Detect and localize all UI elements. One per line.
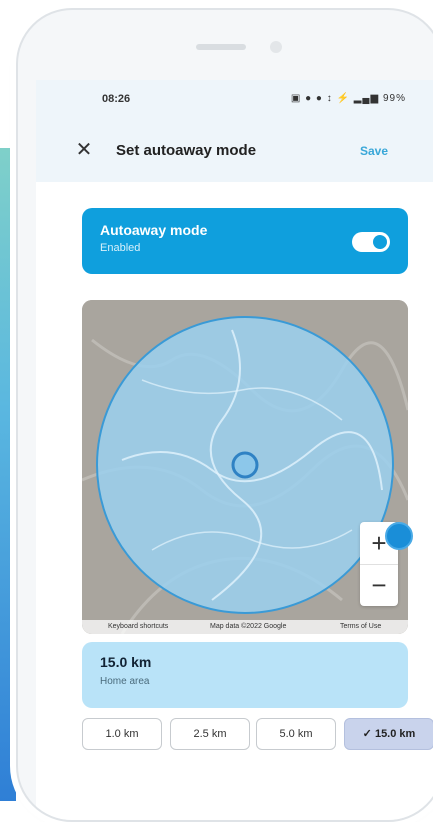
map-data-credit: Map data ©2022 Google xyxy=(210,623,287,630)
radius-option-15km[interactable]: ✓ 15.0 km xyxy=(344,718,433,750)
keyboard-shortcuts-link[interactable]: Keyboard shortcuts xyxy=(108,620,168,634)
phone-camera xyxy=(270,41,282,53)
home-area-map[interactable]: + − Keyboard shortcuts Map data ©2022 Go… xyxy=(82,300,408,634)
map-attribution: Keyboard shortcuts Map data ©2022 Google… xyxy=(82,620,408,634)
radius-label: Home area xyxy=(100,676,150,687)
radius-option-1km[interactable]: 1.0 km xyxy=(82,718,162,750)
phone-screen: 08:26 ▣ ● ● ↕ ⚡ ▂▄▆ 99% ✕ Set autoaway m… xyxy=(36,80,433,820)
radius-option-5km[interactable]: 5.0 km xyxy=(256,718,336,750)
terms-link[interactable]: Terms of Use xyxy=(340,620,381,634)
home-location-marker xyxy=(231,451,259,479)
radius-drag-handle[interactable] xyxy=(385,522,413,550)
phone-frame: 08:26 ▣ ● ● ↕ ⚡ ▂▄▆ 99% ✕ Set autoaway m… xyxy=(16,8,433,822)
autoaway-toggle[interactable] xyxy=(352,232,390,252)
phone-speaker xyxy=(196,44,246,50)
close-icon[interactable]: ✕ xyxy=(72,138,96,162)
status-bar: 08:26 ▣ ● ● ↕ ⚡ ▂▄▆ 99% xyxy=(36,80,433,120)
app-bar: ✕ Set autoaway mode Save xyxy=(36,120,433,182)
page-title: Set autoaway mode xyxy=(116,142,257,159)
autoaway-mode-card[interactable]: Autoaway mode Enabled xyxy=(82,208,408,274)
status-icons: ▣ ● ● ↕ ⚡ ▂▄▆ 99% xyxy=(290,93,406,104)
side-decoration-strip xyxy=(0,148,16,801)
minus-icon[interactable]: − xyxy=(360,564,398,606)
autoaway-mode-title: Autoaway mode xyxy=(100,222,208,238)
radius-option-2-5km[interactable]: 2.5 km xyxy=(170,718,250,750)
save-button[interactable]: Save xyxy=(360,144,388,158)
radius-summary-card: 15.0 km Home area xyxy=(82,642,408,708)
status-time: 08:26 xyxy=(102,93,131,105)
autoaway-mode-status: Enabled xyxy=(100,242,141,254)
toggle-knob xyxy=(373,235,387,249)
radius-value: 15.0 km xyxy=(100,654,152,670)
